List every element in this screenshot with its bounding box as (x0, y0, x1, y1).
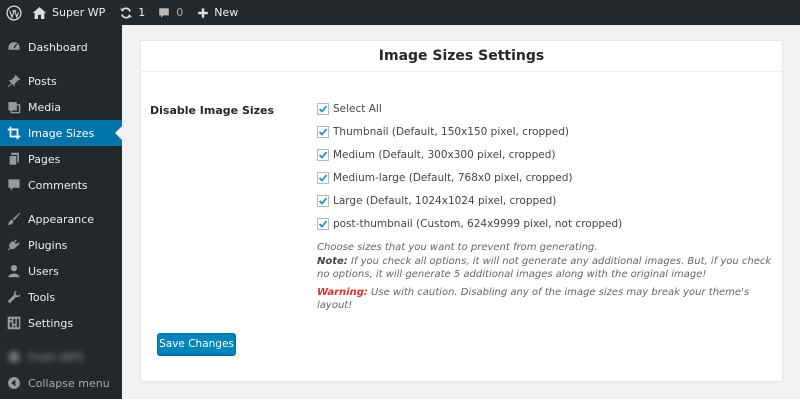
sidebar-item-image-sizes[interactable]: Image Sizes (0, 120, 122, 146)
large-checkbox[interactable]: Large (Default, 1024x1024 pixel, cropped… (317, 193, 556, 209)
medium-checkbox[interactable]: Medium (Default, 300x300 pixel, cropped) (317, 147, 555, 163)
sidebar-item-label: Froth WPS (28, 350, 84, 364)
comment-bubble-icon (158, 7, 170, 19)
comments-count: 0 (176, 6, 184, 19)
page-title: Image Sizes Settings (141, 41, 782, 72)
dashboard-icon (7, 40, 21, 54)
sidebar-item-blurred[interactable]: Froth WPS (0, 344, 122, 370)
collapse-arrow-icon (7, 376, 21, 390)
sidebar-item-label: Image Sizes (28, 126, 95, 140)
site-name-label: Super WP (52, 6, 106, 19)
option-label: post-thumbnail (Custom, 624x9999 pixel, … (333, 218, 623, 230)
sidebar-item-posts[interactable]: Posts (0, 68, 122, 94)
home-icon (32, 6, 47, 20)
option-label: Select All (333, 103, 382, 115)
updates-count: 1 (138, 6, 146, 19)
sidebar-item-label: Posts (28, 74, 57, 88)
sidebar-item-users[interactable]: Users (0, 258, 122, 284)
sidebar-item-label: Pages (28, 152, 61, 166)
sidebar-item-label: Settings (28, 316, 74, 330)
plus-icon (197, 7, 209, 19)
option-label: Thumbnail (Default, 150x150 pixel, cropp… (333, 126, 570, 138)
warning-label: Warning: (317, 287, 368, 298)
comment-icon (7, 178, 21, 192)
option-label: Medium-large (Default, 768x0 pixel, crop… (333, 172, 573, 184)
settings-card: Image Sizes Settings Disable Image Sizes… (140, 40, 783, 382)
collapse-menu-label: Collapse menu (28, 376, 110, 390)
media-icon (7, 100, 21, 114)
admin-sidebar: Dashboard Posts Media Image Sizes Pages … (0, 25, 122, 399)
sidebar-item-label: Appearance (28, 212, 95, 226)
post-thumbnail-checkbox[interactable]: post-thumbnail (Custom, 624x9999 pixel, … (317, 216, 622, 232)
option-label: Medium (Default, 300x300 pixel, cropped) (333, 149, 556, 161)
checkmark-icon[interactable] (317, 172, 329, 184)
sidebar-item-tools[interactable]: Tools (0, 284, 122, 310)
new-content-link[interactable]: New (197, 0, 238, 25)
crop-icon (7, 126, 21, 140)
new-label: New (214, 6, 239, 19)
user-icon (7, 264, 21, 278)
wordpress-logo-icon[interactable] (0, 0, 28, 25)
note-label: Note: (317, 256, 348, 267)
sidebar-item-label: Plugins (28, 238, 68, 252)
site-name-link[interactable]: Super WP (32, 0, 105, 25)
disable-image-sizes-label: Disable Image Sizes (150, 104, 275, 117)
sidebar-item-label: Users (28, 264, 59, 278)
sidebar-item-plugins[interactable]: Plugins (0, 232, 122, 258)
note-text: Note: If you check all options, it will … (317, 255, 772, 281)
option-label: Large (Default, 1024x1024 pixel, cropped… (333, 195, 557, 207)
warning-body: Use with caution. Disabling any of the i… (317, 287, 750, 311)
blurred-icon (7, 350, 21, 364)
wrench-icon (7, 290, 21, 304)
updates-icon (119, 6, 133, 20)
comments-link[interactable]: 0 (158, 0, 183, 25)
pages-icon (7, 152, 21, 166)
admin-bar: Super WP 1 0 New (0, 0, 800, 25)
sidebar-item-comments[interactable]: Comments (0, 172, 122, 198)
plugin-icon (7, 238, 21, 252)
checkmark-icon[interactable] (317, 195, 329, 207)
checkmark-icon[interactable] (317, 149, 329, 161)
sidebar-item-settings[interactable]: Settings (0, 310, 122, 336)
settings-icon (7, 316, 21, 330)
note-body: If you check all options, it will not ge… (317, 256, 772, 280)
checkmark-icon[interactable] (317, 218, 329, 230)
updates-link[interactable]: 1 (119, 0, 145, 25)
select-all-checkbox[interactable]: Select All (317, 101, 382, 117)
description-text: Choose sizes that you want to prevent fr… (317, 242, 598, 253)
save-changes-button[interactable]: Save Changes (157, 333, 236, 355)
sidebar-item-label: Dashboard (28, 40, 88, 54)
sidebar-item-label: Comments (28, 178, 88, 192)
checkmark-icon[interactable] (317, 103, 329, 115)
sidebar-item-pages[interactable]: Pages (0, 146, 122, 172)
pin-icon (7, 74, 21, 88)
sidebar-item-appearance[interactable]: Appearance (0, 206, 122, 232)
sidebar-item-label: Tools (28, 290, 56, 304)
collapse-menu-button[interactable]: Collapse menu (0, 370, 122, 396)
sidebar-item-label: Media (28, 100, 62, 114)
brush-icon (7, 212, 21, 226)
warning-text: Warning: Use with caution. Disabling any… (317, 286, 772, 312)
medium-large-checkbox[interactable]: Medium-large (Default, 768x0 pixel, crop… (317, 170, 573, 186)
checkmark-icon[interactable] (317, 126, 329, 138)
sidebar-item-media[interactable]: Media (0, 94, 122, 120)
thumbnail-checkbox[interactable]: Thumbnail (Default, 150x150 pixel, cropp… (317, 124, 569, 140)
sidebar-item-dashboard[interactable]: Dashboard (0, 34, 122, 60)
